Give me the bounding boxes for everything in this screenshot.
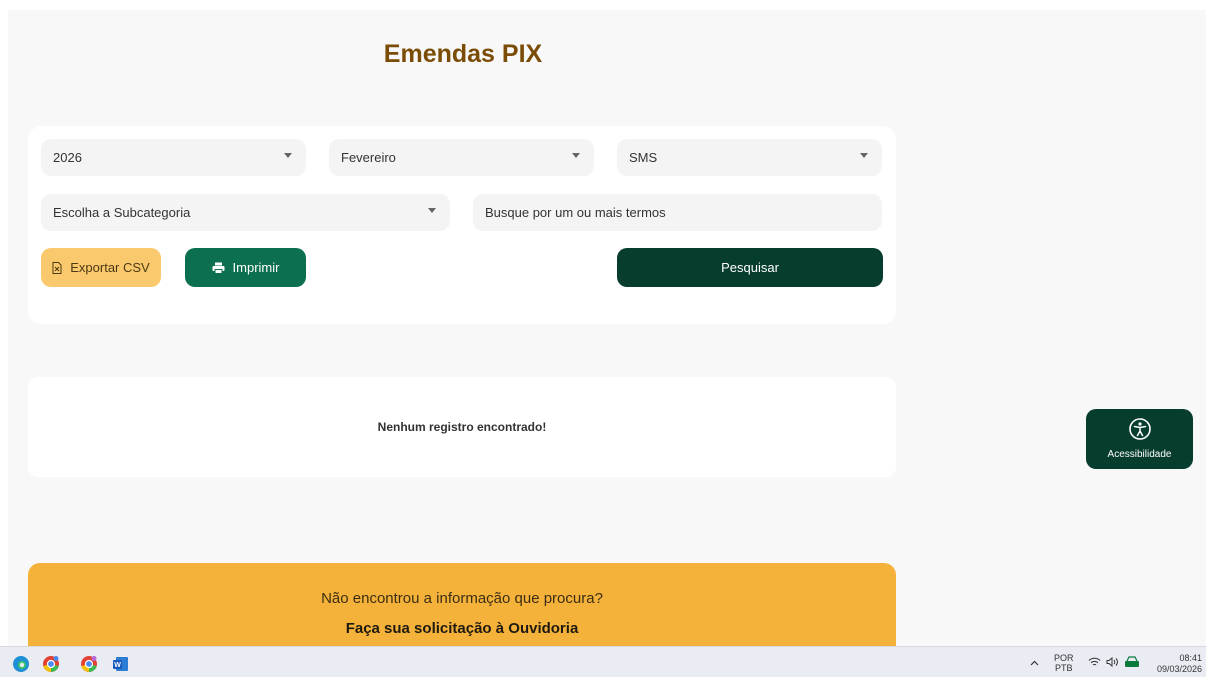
clock-date: 09/03/2026: [1156, 664, 1202, 674]
edge-icon[interactable]: [12, 655, 30, 673]
page-title: Emendas PIX: [383, 40, 543, 68]
chevron-down-icon: [860, 153, 868, 158]
month-select-value: Fevereiro: [341, 150, 396, 165]
svg-text:W: W: [114, 662, 121, 669]
accessibility-icon: [1128, 418, 1151, 445]
accessibility-label: Acessibilidade: [1107, 449, 1172, 460]
category-select[interactable]: SMS: [617, 139, 882, 176]
search-input[interactable]: [473, 194, 882, 231]
export-csv-label: Exportar CSV: [70, 260, 150, 275]
results-panel: Nenhum registro encontrado!: [28, 377, 896, 477]
print-label: Imprimir: [232, 260, 280, 275]
search-button[interactable]: Pesquisar: [617, 248, 883, 287]
chevron-down-icon: [572, 153, 580, 158]
clock[interactable]: 08:41 09/03/2026: [1150, 653, 1202, 675]
filter-card: 2026 Fevereiro SMS Escolha a Subcategori…: [28, 126, 896, 324]
volume-icon[interactable]: [1106, 656, 1119, 669]
empty-results-message: Nenhum registro encontrado!: [377, 420, 547, 434]
chevron-down-icon: [428, 208, 436, 213]
print-button[interactable]: Imprimir: [185, 248, 306, 287]
taskbar: W POR PTB 08:41 09/03/2026: [0, 646, 1206, 677]
chrome-profile-icon[interactable]: [80, 655, 98, 673]
chevron-down-icon: [284, 153, 292, 158]
page-content: Emendas PIX 2026 Fevereiro SMS Escolha a…: [8, 10, 1206, 646]
language-indicator[interactable]: POR PTB: [1054, 653, 1074, 673]
year-select[interactable]: 2026: [41, 139, 306, 176]
subcategory-select-value: Escolha a Subcategoria: [53, 205, 191, 220]
year-select-value: 2026: [53, 150, 82, 165]
clock-time: 08:41: [1179, 653, 1202, 663]
ouvidoria-question: Não encontrou a informação que procura?: [321, 590, 603, 607]
word-icon[interactable]: W: [112, 655, 130, 673]
accessibility-button[interactable]: Acessibilidade: [1086, 409, 1193, 469]
battery-icon[interactable]: [1124, 656, 1142, 670]
wifi-icon[interactable]: [1088, 657, 1101, 669]
category-select-value: SMS: [629, 150, 658, 165]
chevron-up-icon[interactable]: [1030, 658, 1039, 668]
chrome-icon[interactable]: [42, 655, 60, 673]
language-code: POR: [1054, 653, 1074, 663]
subcategory-select[interactable]: Escolha a Subcategoria: [41, 194, 450, 231]
ouvidoria-banner: Não encontrou a informação que procura? …: [28, 563, 896, 646]
keyboard-layout: PTB: [1055, 663, 1073, 673]
ouvidoria-link[interactable]: Faça sua solicitação à Ouvidoria: [28, 620, 896, 637]
export-csv-button[interactable]: Exportar CSV: [41, 248, 161, 287]
printer-icon: [212, 262, 225, 274]
file-csv-icon: [52, 261, 62, 274]
month-select[interactable]: Fevereiro: [329, 139, 594, 176]
